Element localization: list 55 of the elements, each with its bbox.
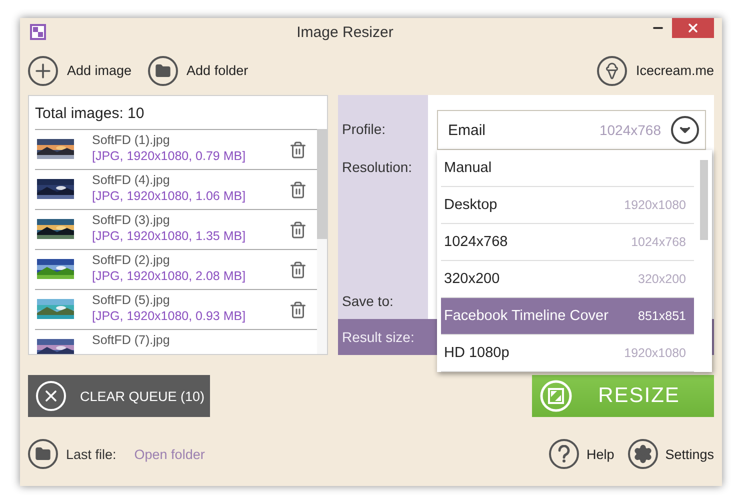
file-details: [JPG, 1920x1080, 0.93 MB] [92,308,247,324]
file-row[interactable]: SoftFD (7).jpg [35,330,317,354]
file-name: SoftFD (1).jpg [92,132,171,148]
file-row[interactable]: SoftFD (4).jpg [JPG, 1920x1080, 1.06 MB] [35,170,317,210]
help-button[interactable]: Help [549,439,614,469]
result-label: Result size: [342,329,414,345]
add-image-button[interactable]: Add image [28,56,132,86]
delete-icon[interactable] [289,260,307,278]
last-file-label: Last file: [66,446,116,462]
scrollbar[interactable] [317,129,327,354]
ice-cream-icon [596,56,627,86]
window-title: Image Resizer [296,24,394,40]
app-icon [30,24,46,40]
dropdown-icon [671,116,699,144]
file-details: [JPG, 1920x1080, 1.35 MB] [92,228,247,244]
settings-button[interactable]: Settings [628,439,714,469]
file-details: [JPG, 1920x1080, 2.08 MB] [92,268,247,284]
delete-icon[interactable] [289,180,307,198]
scroll-thumb[interactable] [317,129,327,239]
settings-icon [628,439,658,469]
delete-icon[interactable] [289,140,307,158]
brand-link[interactable]: Icecream.me [596,56,714,86]
field-label: Profile: [342,121,387,137]
total-images: Total images: 10 [35,104,146,124]
file-name: SoftFD (3).jpg [92,212,171,228]
field-label: Resolution: [342,159,414,175]
profile-option[interactable]: HD 1080p 1920x1080 [441,335,694,372]
file-row[interactable]: SoftFD (1).jpg [JPG, 1920x1080, 0.79 MB] [35,130,317,170]
close-icon [36,381,66,411]
help-icon [549,439,580,469]
file-details: [JPG, 1920x1080, 0.79 MB] [92,148,247,164]
file-name: SoftFD (5).jpg [92,292,171,308]
close-icon [686,21,700,35]
folder-icon [28,439,58,469]
plus-icon [28,56,58,86]
profile-option[interactable]: Desktop 1920x1080 [441,187,694,224]
file-name: SoftFD (2).jpg [92,252,171,268]
profile-option[interactable]: Facebook Timeline Cover 851x851 [441,298,694,335]
resize-icon [540,380,572,412]
scroll-thumb[interactable] [700,160,708,240]
folder-icon [148,56,178,86]
add-folder-button[interactable]: Add folder [148,56,248,86]
field-label: Save to: [342,293,394,309]
file-name: SoftFD (7).jpg [92,332,171,348]
delete-icon[interactable] [289,300,307,318]
file-details: [JPG, 1920x1080, 1.06 MB] [92,188,247,204]
file-row[interactable]: SoftFD (5).jpg [JPG, 1920x1080, 0.93 MB] [35,290,317,330]
clear-queue-button[interactable]: CLEAR QUEUE (10) [28,375,210,417]
profile-option[interactable]: 1024x768 1024x768 [441,224,694,261]
profile-option[interactable]: Manual [441,150,694,187]
file-name: SoftFD (4).jpg [92,172,171,188]
file-row[interactable]: SoftFD (2).jpg [JPG, 1920x1080, 2.08 MB] [35,250,317,290]
delete-icon[interactable] [289,220,307,238]
close-button[interactable] [672,18,714,38]
file-row[interactable]: SoftFD (3).jpg [JPG, 1920x1080, 1.35 MB] [35,210,317,250]
